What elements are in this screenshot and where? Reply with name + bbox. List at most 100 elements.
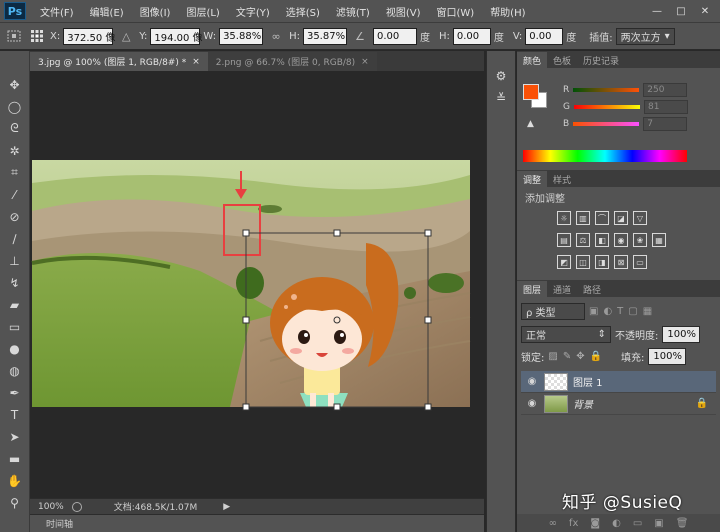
tab-2-png[interactable]: 2.png @ 66.7% (图层 0, RGB/8) ×: [207, 52, 377, 71]
shape-tool-icon[interactable]: ▬: [3, 449, 27, 468]
levels-icon[interactable]: ▥: [576, 211, 590, 225]
blue-slider[interactable]: [573, 121, 640, 126]
zoom-tool-icon[interactable]: ⚲: [3, 493, 27, 512]
eraser-tool-icon[interactable]: ▰: [3, 295, 27, 314]
pen-tool-icon[interactable]: ✒: [3, 383, 27, 402]
zoom-level[interactable]: 100%: [38, 502, 64, 512]
history-panel-icon[interactable]: ⚙: [496, 69, 507, 83]
group-icon[interactable]: ▭: [633, 518, 642, 529]
fill-field[interactable]: 100%: [648, 347, 687, 365]
magic-wand-tool-icon[interactable]: ✲: [3, 141, 27, 160]
curves-icon[interactable]: ⌒: [595, 211, 609, 225]
timeline-panel[interactable]: 时间轴: [30, 514, 484, 532]
lock-icons[interactable]: ▨✎✥🔒: [548, 351, 607, 362]
vibrance-icon[interactable]: ▽: [633, 211, 647, 225]
color-lookup-icon[interactable]: ▦: [652, 233, 666, 247]
path-selection-tool-icon[interactable]: ➤: [3, 427, 27, 446]
healing-brush-tool-icon[interactable]: ⊘: [3, 207, 27, 226]
menu-help[interactable]: 帮助(H): [482, 4, 533, 19]
menu-select[interactable]: 选择(S): [278, 4, 328, 19]
red-slider[interactable]: [573, 87, 640, 92]
status-menu-arrow-icon[interactable]: ▶: [223, 502, 230, 512]
canvas-area[interactable]: [30, 71, 484, 498]
maximize-button[interactable]: □: [670, 4, 692, 18]
delete-layer-icon[interactable]: 🗑: [676, 518, 689, 529]
opacity-field[interactable]: 100%: [662, 325, 701, 343]
tab-styles[interactable]: 样式: [547, 171, 577, 187]
color-spectrum[interactable]: [523, 150, 687, 162]
tab-history[interactable]: 历史记录: [577, 52, 625, 68]
transform-tool-icon[interactable]: [4, 27, 24, 45]
tab-color[interactable]: 颜色: [517, 52, 548, 68]
v-skew-field[interactable]: 0.00: [525, 27, 564, 45]
layer-name[interactable]: 图层 1: [573, 374, 603, 389]
reference-point-icon[interactable]: [27, 27, 47, 45]
tab-3-jpg[interactable]: 3.jpg @ 100% (图层 1, RGB/8#) * ×: [30, 52, 208, 71]
menu-view[interactable]: 视图(V): [378, 4, 429, 19]
tab-channels[interactable]: 通道: [547, 281, 577, 297]
exposure-icon[interactable]: ◪: [614, 211, 628, 225]
invert-icon[interactable]: ◩: [557, 255, 571, 269]
visibility-eye-icon[interactable]: ◉: [525, 398, 539, 409]
hand-tool-icon[interactable]: ✋: [3, 471, 27, 490]
close-window-button[interactable]: ✕: [694, 4, 716, 18]
layer-row-layer-1[interactable]: ◉ 图层 1: [521, 371, 716, 393]
threshold-icon[interactable]: ◨: [595, 255, 609, 269]
black-white-icon[interactable]: ◧: [595, 233, 609, 247]
filter-icons[interactable]: ▣◐T▢▦: [589, 306, 657, 317]
photo-filter-icon[interactable]: ◉: [614, 233, 628, 247]
layer-filter-select[interactable]: ρ 类型: [521, 302, 585, 320]
move-tool-icon[interactable]: ✥: [3, 75, 27, 94]
y-field[interactable]: 194.00 像: [150, 27, 203, 45]
blur-tool-icon[interactable]: ●: [3, 339, 27, 358]
menu-filter[interactable]: 滤镜(T): [328, 4, 378, 19]
stamp-tool-icon[interactable]: ⊥: [3, 251, 27, 270]
menu-file[interactable]: 文件(F): [32, 4, 82, 19]
dodge-tool-icon[interactable]: ◍: [3, 361, 27, 380]
menu-type[interactable]: 文字(Y): [228, 4, 278, 19]
tab-layers[interactable]: 图层: [517, 281, 548, 297]
type-tool-icon[interactable]: T: [3, 405, 27, 424]
menu-image[interactable]: 图像(I): [132, 4, 179, 19]
gradient-map-icon[interactable]: ▭: [633, 255, 647, 269]
interpolation-select[interactable]: 两次立方 ▾: [615, 27, 675, 45]
posterize-icon[interactable]: ◫: [576, 255, 590, 269]
new-layer-icon[interactable]: ▣: [654, 518, 663, 529]
h-skew-field[interactable]: 0.00: [452, 27, 491, 45]
selective-color-icon[interactable]: ⊠: [614, 255, 628, 269]
close-icon[interactable]: ×: [361, 57, 369, 67]
hue-saturation-icon[interactable]: ▤: [557, 233, 571, 247]
menu-layer[interactable]: 图层(L): [178, 4, 227, 19]
tab-swatches[interactable]: 色板: [547, 52, 577, 68]
red-value[interactable]: 250: [643, 82, 688, 97]
triangle-icon[interactable]: △: [116, 27, 136, 45]
crop-tool-icon[interactable]: ⌗: [3, 163, 27, 182]
menu-edit[interactable]: 编辑(E): [82, 4, 132, 19]
eyedropper-tool-icon[interactable]: ⁄: [3, 185, 27, 204]
height-field[interactable]: 35.87%: [302, 27, 347, 45]
layer-name[interactable]: 背景: [573, 396, 593, 411]
visibility-eye-icon[interactable]: ◉: [525, 376, 539, 387]
menu-window[interactable]: 窗口(W): [428, 4, 482, 19]
document-canvas[interactable]: [30, 71, 484, 498]
width-field[interactable]: 35.88%: [219, 27, 264, 45]
marquee-tool-icon[interactable]: ◯: [3, 97, 27, 116]
color-balance-icon[interactable]: ⚖: [576, 233, 590, 247]
channel-mixer-icon[interactable]: ❀: [633, 233, 647, 247]
fx-icon[interactable]: fx: [569, 518, 578, 529]
history-brush-tool-icon[interactable]: ↯: [3, 273, 27, 292]
tab-adjustments[interactable]: 调整: [517, 171, 548, 187]
green-value[interactable]: 81: [643, 99, 688, 114]
tab-paths[interactable]: 路径: [577, 281, 607, 297]
lasso-tool-icon[interactable]: ᘓ: [3, 119, 27, 138]
layer-row-background[interactable]: ◉ 背景 🔒: [521, 393, 716, 415]
close-icon[interactable]: ×: [192, 57, 200, 67]
link-layers-icon[interactable]: ∞: [549, 518, 557, 529]
foreground-color-swatch[interactable]: [523, 84, 539, 100]
gradient-tool-icon[interactable]: ▭: [3, 317, 27, 336]
brightness-icon[interactable]: ☼: [557, 211, 571, 225]
blue-value[interactable]: 7: [643, 116, 688, 131]
blend-mode-select[interactable]: 正常 ⇕: [521, 325, 611, 343]
adjustment-layer-icon[interactable]: ◐: [612, 518, 621, 529]
green-slider[interactable]: [573, 104, 640, 109]
